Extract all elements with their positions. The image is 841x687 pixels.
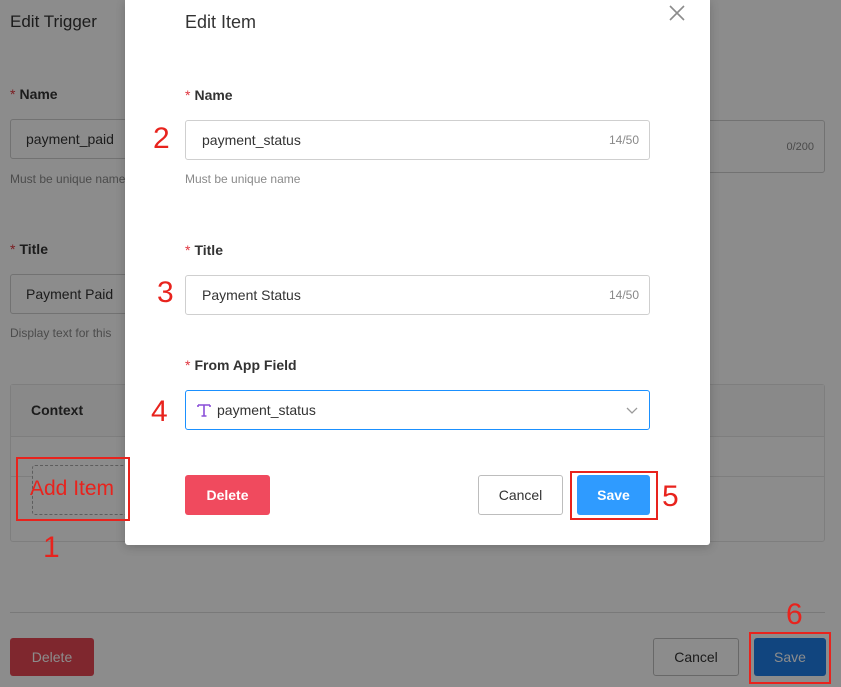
item-cancel-button[interactable]: Cancel [478,475,563,515]
app-field-select[interactable]: payment_status [185,390,650,430]
required-asterisk: * [185,357,191,373]
item-title-value: Payment Status [202,287,301,303]
item-name-counter: 14/50 [608,133,639,147]
annotation-number-2: 2 [153,122,170,155]
annotation-number-6: 6 [786,598,803,631]
item-title-counter: 14/50 [608,288,639,302]
item-title-input[interactable]: Payment Status 14/50 [185,275,650,315]
item-name-input[interactable]: payment_status 14/50 [185,120,650,160]
item-delete-button[interactable]: Delete [185,475,270,515]
close-icon[interactable] [666,2,688,24]
annotation-number-3: 3 [157,276,174,309]
annotation-box-modal-save [570,471,658,520]
annotation-box-page-save [749,632,831,684]
item-name-value: payment_status [202,132,301,148]
annotation-number-5: 5 [662,480,679,513]
annotation-add-item-text: Add Item [30,477,115,500]
text-type-icon [197,404,211,417]
annotation-number-4: 4 [151,395,168,428]
app-field-label: * From App Field [185,357,297,373]
modal-title: Edit Item [185,12,257,32]
required-asterisk: * [185,242,191,258]
chevron-down-icon [626,407,638,414]
name-hint: Must be unique name [185,172,301,186]
title-label: * Title [185,242,223,258]
annotation-number-1: 1 [43,531,60,564]
required-asterisk: * [185,87,191,103]
app-field-value: payment_status [217,402,316,418]
edit-item-modal: Edit Item * Name payment_status 14/50 Mus… [125,0,710,545]
name-label: * Name [185,87,233,103]
